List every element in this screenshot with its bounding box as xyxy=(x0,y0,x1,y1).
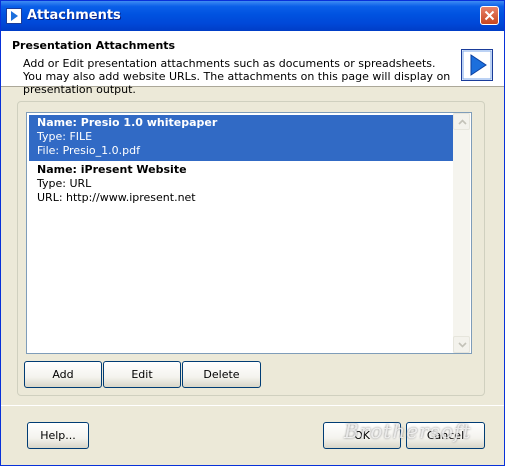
edit-button[interactable]: Edit xyxy=(103,361,181,388)
attachment-type: Type: URL xyxy=(37,177,92,190)
title-bar[interactable]: Attachments xyxy=(1,1,504,31)
attachments-list[interactable]: Name: Presio 1.0 whitepaper Type: FILE F… xyxy=(26,112,472,354)
attachment-name: Name: iPresent Website xyxy=(37,163,187,176)
app-icon xyxy=(6,8,22,24)
attachment-url: URL: http://www.ipresent.net xyxy=(37,191,196,204)
attachments-dialog: Attachments Presentation Attachments Add… xyxy=(0,0,505,466)
attachment-item-whitepaper[interactable]: Name: Presio 1.0 whitepaper Type: FILE F… xyxy=(29,115,453,161)
dialog-header: Presentation Attachments Add or Edit pre… xyxy=(1,31,504,96)
attachment-type: Type: FILE xyxy=(37,130,93,143)
scroll-up-button[interactable] xyxy=(453,113,470,130)
header-title: Presentation Attachments xyxy=(12,39,176,52)
help-button[interactable]: Help... xyxy=(27,422,89,449)
list-scrollbar[interactable] xyxy=(453,113,470,353)
header-description: Add or Edit presentation attachments suc… xyxy=(23,57,451,96)
scroll-down-button[interactable] xyxy=(453,336,470,353)
cancel-button[interactable]: Cancel xyxy=(406,422,485,449)
close-icon xyxy=(484,10,495,21)
add-button[interactable]: Add xyxy=(24,361,102,388)
chevron-up-icon xyxy=(458,119,467,125)
next-button[interactable] xyxy=(461,49,493,81)
arrow-right-icon xyxy=(461,49,493,81)
delete-button[interactable]: Delete xyxy=(182,361,261,388)
close-button[interactable] xyxy=(480,6,499,25)
chevron-down-icon xyxy=(458,342,467,348)
window-title: Attachments xyxy=(27,8,121,23)
ok-button[interactable]: OK xyxy=(323,422,401,449)
attachment-name: Name: Presio 1.0 whitepaper xyxy=(37,116,218,129)
attachment-file: File: Presio_1.0.pdf xyxy=(37,144,140,157)
attachment-item-website[interactable]: Name: iPresent Website Type: URL URL: ht… xyxy=(29,162,453,208)
